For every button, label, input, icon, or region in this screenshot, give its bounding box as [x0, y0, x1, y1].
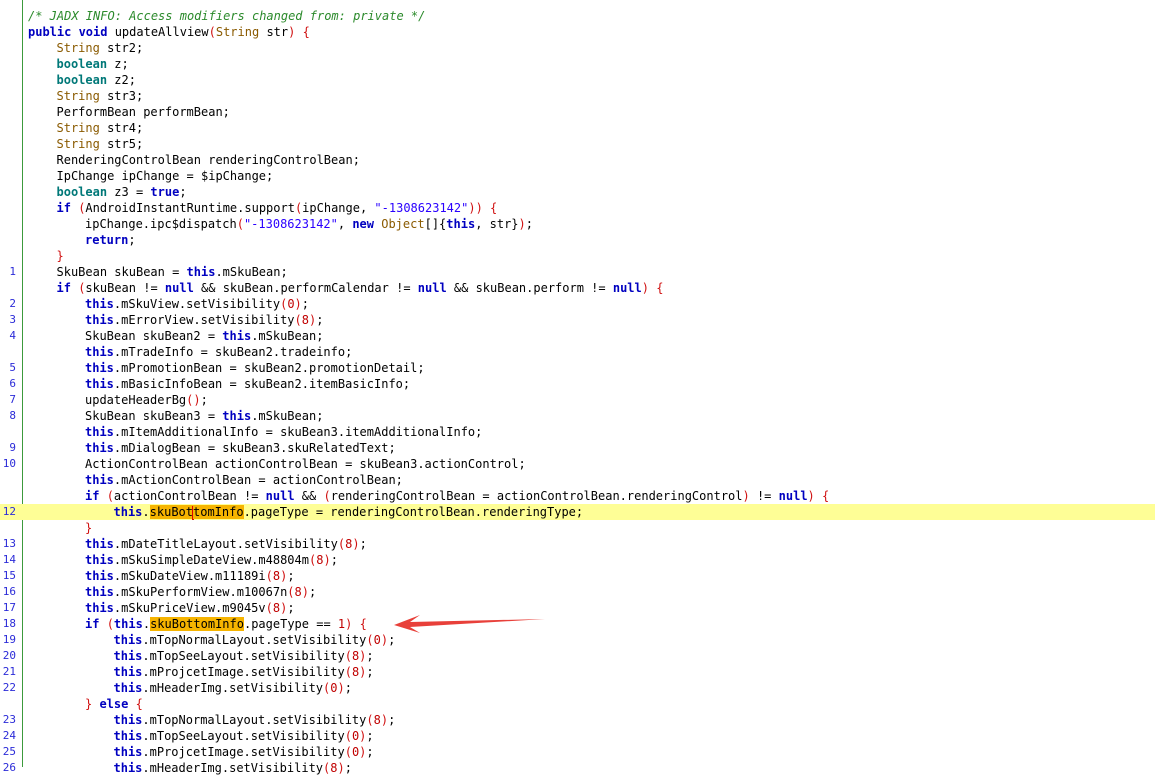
arrow-shape — [394, 615, 545, 633]
red-arrow-annotation — [394, 615, 545, 633]
